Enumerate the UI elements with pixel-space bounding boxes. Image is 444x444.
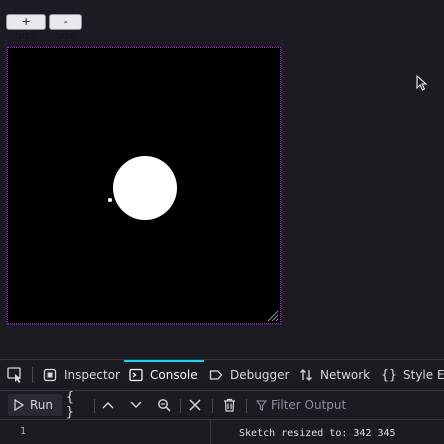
element-picker-icon[interactable] xyxy=(6,366,24,384)
style-editor-icon: {} xyxy=(381,367,397,383)
tab-console[interactable]: Console xyxy=(124,360,204,390)
small-dot xyxy=(108,198,112,202)
toolbar-separator xyxy=(246,399,247,413)
sketch-canvas[interactable] xyxy=(6,46,282,325)
page: + Size - Size Inspector Console Debugger… xyxy=(0,0,444,444)
tab-console-label: Console xyxy=(150,368,198,382)
console-input-editor[interactable]: 1 xyxy=(0,420,211,444)
trash-icon[interactable] xyxy=(219,395,239,415)
tab-debugger[interactable]: Debugger xyxy=(208,360,289,390)
search-icon[interactable] xyxy=(154,395,174,415)
history-up-icon[interactable] xyxy=(98,395,118,415)
network-icon xyxy=(298,367,314,383)
console-output: 1 Sketch resized to: 342 345 xyxy=(0,420,444,444)
resize-grip-icon[interactable] xyxy=(267,310,279,322)
debugger-icon xyxy=(208,367,224,383)
tab-style-editor[interactable]: {} Style Ed xyxy=(381,360,444,390)
filter-icon xyxy=(256,399,267,411)
line-number: 1 xyxy=(20,426,27,437)
tab-network[interactable]: Network xyxy=(298,360,370,390)
decrease-size-button[interactable]: - Size xyxy=(49,14,82,42)
devtools-panel: Inspector Console Debugger Network {} St… xyxy=(0,359,444,444)
tabbar-separator xyxy=(32,367,33,383)
run-label: Run xyxy=(30,398,54,412)
filter-output-input[interactable]: Filter Output xyxy=(256,395,444,415)
toolbar-separator xyxy=(180,399,181,413)
tab-network-label: Network xyxy=(320,368,371,382)
mouse-cursor-icon xyxy=(416,75,428,91)
inspector-icon xyxy=(42,367,58,383)
run-button[interactable]: Run xyxy=(8,394,62,416)
close-icon[interactable] xyxy=(185,395,205,415)
console-message: Sketch resized to: 342 345 xyxy=(239,428,396,439)
toolbar-separator xyxy=(94,399,95,413)
large-circle xyxy=(113,156,177,220)
tab-debugger-label: Debugger xyxy=(230,368,290,382)
tab-style-editor-label: Style Ed xyxy=(403,368,444,382)
devtools-tabbar: Inspector Console Debugger Network {} St… xyxy=(0,360,444,391)
sketch-drawing xyxy=(108,156,177,220)
tab-inspector-label: Inspector xyxy=(64,368,120,382)
increase-size-button[interactable]: + Size xyxy=(6,14,46,42)
history-down-icon[interactable] xyxy=(126,395,146,415)
console-toolbar: Run { } Filter Output xyxy=(0,390,444,420)
pretty-print-icon[interactable]: { } xyxy=(66,390,86,420)
play-icon xyxy=(14,399,24,411)
tab-inspector[interactable]: Inspector xyxy=(42,360,120,390)
filter-placeholder: Filter Output xyxy=(271,398,347,412)
toolbar-separator xyxy=(212,399,213,413)
console-icon xyxy=(128,367,144,383)
